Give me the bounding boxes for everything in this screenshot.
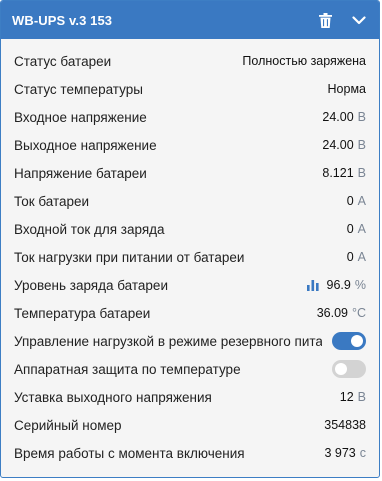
value-unit: A bbox=[357, 222, 366, 236]
control-label: Время работы с момента включения bbox=[14, 445, 245, 461]
value-text: 0 bbox=[346, 222, 354, 236]
value-unit: В bbox=[357, 390, 366, 404]
row-input-voltage: Входное напряжение 24.00 В bbox=[1, 103, 379, 131]
value-text: 0 bbox=[346, 250, 354, 264]
row-temperature-status: Статус температуры Норма bbox=[1, 75, 379, 103]
row-output-voltage-setpoint: Уставка выходного напряжения 12 В bbox=[1, 383, 379, 411]
value-unit: % bbox=[354, 278, 366, 292]
value-text: 24.00 bbox=[322, 138, 354, 152]
control-label: Выходное напряжение bbox=[14, 137, 157, 153]
device-card: WB-UPS v.3 153 Статус батареи Полностью … bbox=[0, 0, 380, 478]
value-unit: °C bbox=[351, 306, 366, 320]
control-value: Полностью заряжена bbox=[242, 54, 366, 68]
value-unit: A bbox=[357, 194, 366, 208]
control-label: Уровень заряда батареи bbox=[14, 277, 168, 293]
trash-icon[interactable] bbox=[317, 12, 333, 28]
value-text: Норма bbox=[327, 82, 366, 96]
control-value: 3 973 с bbox=[324, 446, 366, 460]
control-label: Ток нагрузки при питании от батареи bbox=[14, 249, 245, 265]
value-text: Полностью заряжена bbox=[242, 54, 366, 68]
value-unit: В bbox=[357, 138, 366, 152]
card-header: WB-UPS v.3 153 bbox=[1, 1, 379, 39]
header-actions bbox=[317, 12, 367, 28]
bar-chart-icon[interactable] bbox=[306, 279, 319, 291]
control-label: Входное напряжение bbox=[14, 109, 147, 125]
control-label: Аппаратная защита по температуре bbox=[14, 361, 241, 377]
row-battery-temperature: Температура батареи 36.09 °C bbox=[1, 299, 379, 327]
control-value: 0 A bbox=[347, 250, 366, 264]
value-text: 3 973 bbox=[324, 446, 356, 460]
control-label: Статус батареи bbox=[14, 53, 112, 69]
control-label: Уставка выходного напряжения bbox=[14, 389, 212, 405]
value-text: 96.9 bbox=[326, 278, 351, 292]
value-unit: A bbox=[357, 250, 366, 264]
control-value: 12 В bbox=[340, 390, 366, 404]
value-text: 12 bbox=[339, 390, 354, 404]
control-label: Температура батареи bbox=[14, 305, 151, 321]
toggle-knob bbox=[335, 363, 347, 375]
control-label: Статус температуры bbox=[14, 81, 143, 97]
value-unit: с bbox=[359, 446, 366, 460]
row-battery-status: Статус батареи Полностью заряжена bbox=[1, 47, 379, 75]
control-list: Статус батареи Полностью заряжена Статус… bbox=[1, 39, 379, 467]
row-hw-temperature-protection: Аппаратная защита по температуре bbox=[1, 355, 379, 383]
hw-temperature-protection-toggle[interactable] bbox=[332, 360, 366, 378]
value-text: 354838 bbox=[324, 418, 366, 432]
value-text: 0 bbox=[346, 194, 354, 208]
control-value: 8.121 В bbox=[322, 166, 366, 180]
control-value: 354838 bbox=[324, 418, 366, 432]
control-value: 0 A bbox=[347, 194, 366, 208]
value-unit: В bbox=[357, 110, 366, 124]
row-battery-voltage: Напряжение батареи 8.121 В bbox=[1, 159, 379, 187]
row-load-current-on-battery: Ток нагрузки при питании от батареи 0 A bbox=[1, 243, 379, 271]
control-value: 24.00 В bbox=[322, 110, 366, 124]
control-label: Входной ток для заряда bbox=[14, 221, 165, 237]
row-serial-number: Серийный номер 354838 bbox=[1, 411, 379, 439]
control-value: 96.9 % bbox=[306, 278, 366, 292]
control-value: 24.00 В bbox=[322, 138, 366, 152]
value-unit: В bbox=[357, 166, 366, 180]
control-label: Напряжение батареи bbox=[14, 165, 147, 181]
backup-load-control-toggle[interactable] bbox=[332, 332, 366, 350]
device-title: WB-UPS v.3 153 bbox=[12, 12, 113, 28]
row-output-voltage: Выходное напряжение 24.00 В bbox=[1, 131, 379, 159]
control-label: Ток батареи bbox=[14, 193, 90, 209]
value-text: 24.00 bbox=[322, 110, 354, 124]
row-battery-charge-level: Уровень заряда батареи 96.9 % bbox=[1, 271, 379, 299]
chevron-down-icon[interactable] bbox=[351, 12, 367, 28]
value-text: 8.121 bbox=[322, 166, 354, 180]
control-label: Управление нагрузкой в режиме резервного… bbox=[14, 333, 322, 349]
value-text: 36.09 bbox=[316, 306, 348, 320]
row-backup-load-control: Управление нагрузкой в режиме резервного… bbox=[1, 327, 379, 355]
control-label: Серийный номер bbox=[14, 417, 122, 433]
control-value: Норма bbox=[328, 82, 366, 96]
control-value: 36.09 °C bbox=[317, 306, 366, 320]
row-charge-input-current: Входной ток для заряда 0 A bbox=[1, 215, 379, 243]
row-uptime: Время работы с момента включения 3 973 с bbox=[1, 439, 379, 467]
control-value: 0 A bbox=[347, 222, 366, 236]
toggle-knob bbox=[351, 335, 363, 347]
row-battery-current: Ток батареи 0 A bbox=[1, 187, 379, 215]
